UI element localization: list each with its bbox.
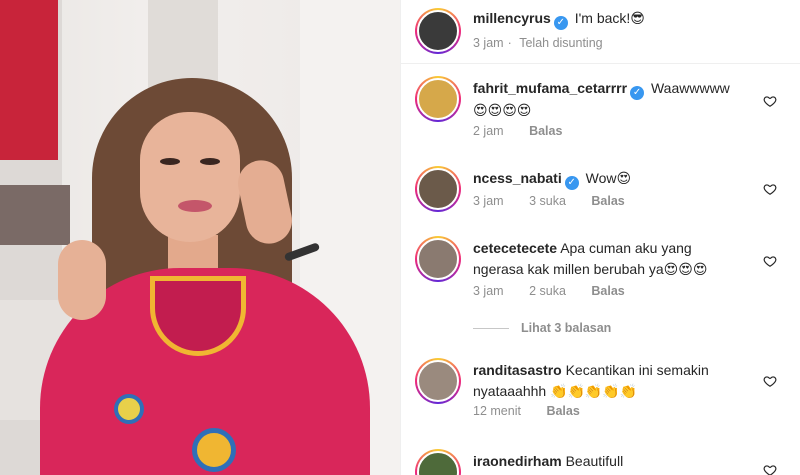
avatar[interactable] bbox=[415, 166, 461, 212]
comment-time: 2 jam bbox=[473, 124, 504, 138]
dress-medallion-small bbox=[114, 394, 144, 424]
comment-username[interactable]: randitasastro bbox=[473, 362, 562, 378]
comment-text-line2: ngerasa kak millen berubah ya😍😍😍 bbox=[473, 261, 708, 277]
comment-text: Beautifull bbox=[565, 453, 624, 469]
heart-icon[interactable] bbox=[763, 254, 777, 268]
caption-username[interactable]: millencyrus bbox=[473, 10, 551, 26]
caption-time: 3 jam bbox=[473, 36, 504, 50]
comment-time: 3 jam bbox=[473, 284, 504, 298]
comment-likes[interactable]: 2 suka bbox=[529, 284, 566, 298]
left-eye bbox=[160, 158, 180, 165]
heart-icon[interactable] bbox=[763, 374, 777, 388]
post-caption: millencyrus ✓ I'm back!😎 3 jam · Telah dis… bbox=[401, 0, 800, 64]
comment-likes[interactable]: 3 suka bbox=[529, 194, 566, 208]
right-eye bbox=[200, 158, 220, 165]
avatar[interactable] bbox=[415, 358, 461, 404]
lips bbox=[178, 200, 212, 212]
face bbox=[140, 112, 240, 242]
comment-username[interactable]: iraonedirham bbox=[473, 453, 562, 469]
view-replies-label: Lihat 3 balasan bbox=[521, 321, 612, 335]
reply-button[interactable]: Balas bbox=[529, 124, 562, 138]
dress-medallion bbox=[192, 428, 236, 472]
heart-icon[interactable] bbox=[763, 94, 777, 108]
comments-panel: millencyrus ✓ I'm back!😎 3 jam · Telah dis… bbox=[400, 0, 800, 475]
heart-icon[interactable] bbox=[763, 463, 777, 475]
comment-time: 12 menit bbox=[473, 404, 521, 418]
left-hand bbox=[58, 240, 106, 320]
comment-username[interactable]: ncess_nabati bbox=[473, 170, 562, 186]
heart-icon[interactable] bbox=[763, 182, 777, 196]
avatar[interactable] bbox=[415, 8, 461, 54]
comment-text: Wow😍 bbox=[585, 170, 632, 186]
comment-username[interactable]: cetecetecete bbox=[473, 240, 557, 256]
comment-text-line2: nyataaahhh 👏👏👏👏👏 bbox=[473, 383, 638, 399]
comment-text: Kecantikan ini semakin bbox=[565, 362, 709, 378]
verified-badge-icon: ✓ bbox=[630, 86, 645, 100]
post-photo bbox=[0, 0, 400, 475]
comment-username[interactable]: fahrit_mufama_cetarrrr bbox=[473, 80, 627, 96]
comment-text: Apa cuman aku yang bbox=[560, 240, 692, 256]
caption-edited: Telah disunting bbox=[519, 36, 603, 50]
reply-button[interactable]: Balas bbox=[591, 284, 624, 298]
comment-text: Waawwwww bbox=[650, 80, 730, 96]
avatar[interactable] bbox=[415, 236, 461, 282]
comment-time: 3 jam bbox=[473, 194, 504, 208]
reply-button[interactable]: Balas bbox=[591, 194, 624, 208]
view-replies-button[interactable]: Lihat 3 balasan bbox=[473, 321, 611, 335]
verified-badge-icon: ✓ bbox=[564, 176, 579, 190]
divider bbox=[473, 328, 509, 330]
background-counter bbox=[0, 185, 70, 245]
avatar[interactable] bbox=[415, 449, 461, 475]
verified-badge-icon: ✓ bbox=[553, 16, 568, 30]
background-sign bbox=[0, 0, 58, 160]
reply-button[interactable]: Balas bbox=[546, 404, 579, 418]
comment-text-line2: 😍😍😍😍 bbox=[473, 102, 532, 118]
caption-text: I'm back!😎 bbox=[574, 10, 645, 26]
avatar[interactable] bbox=[415, 76, 461, 122]
